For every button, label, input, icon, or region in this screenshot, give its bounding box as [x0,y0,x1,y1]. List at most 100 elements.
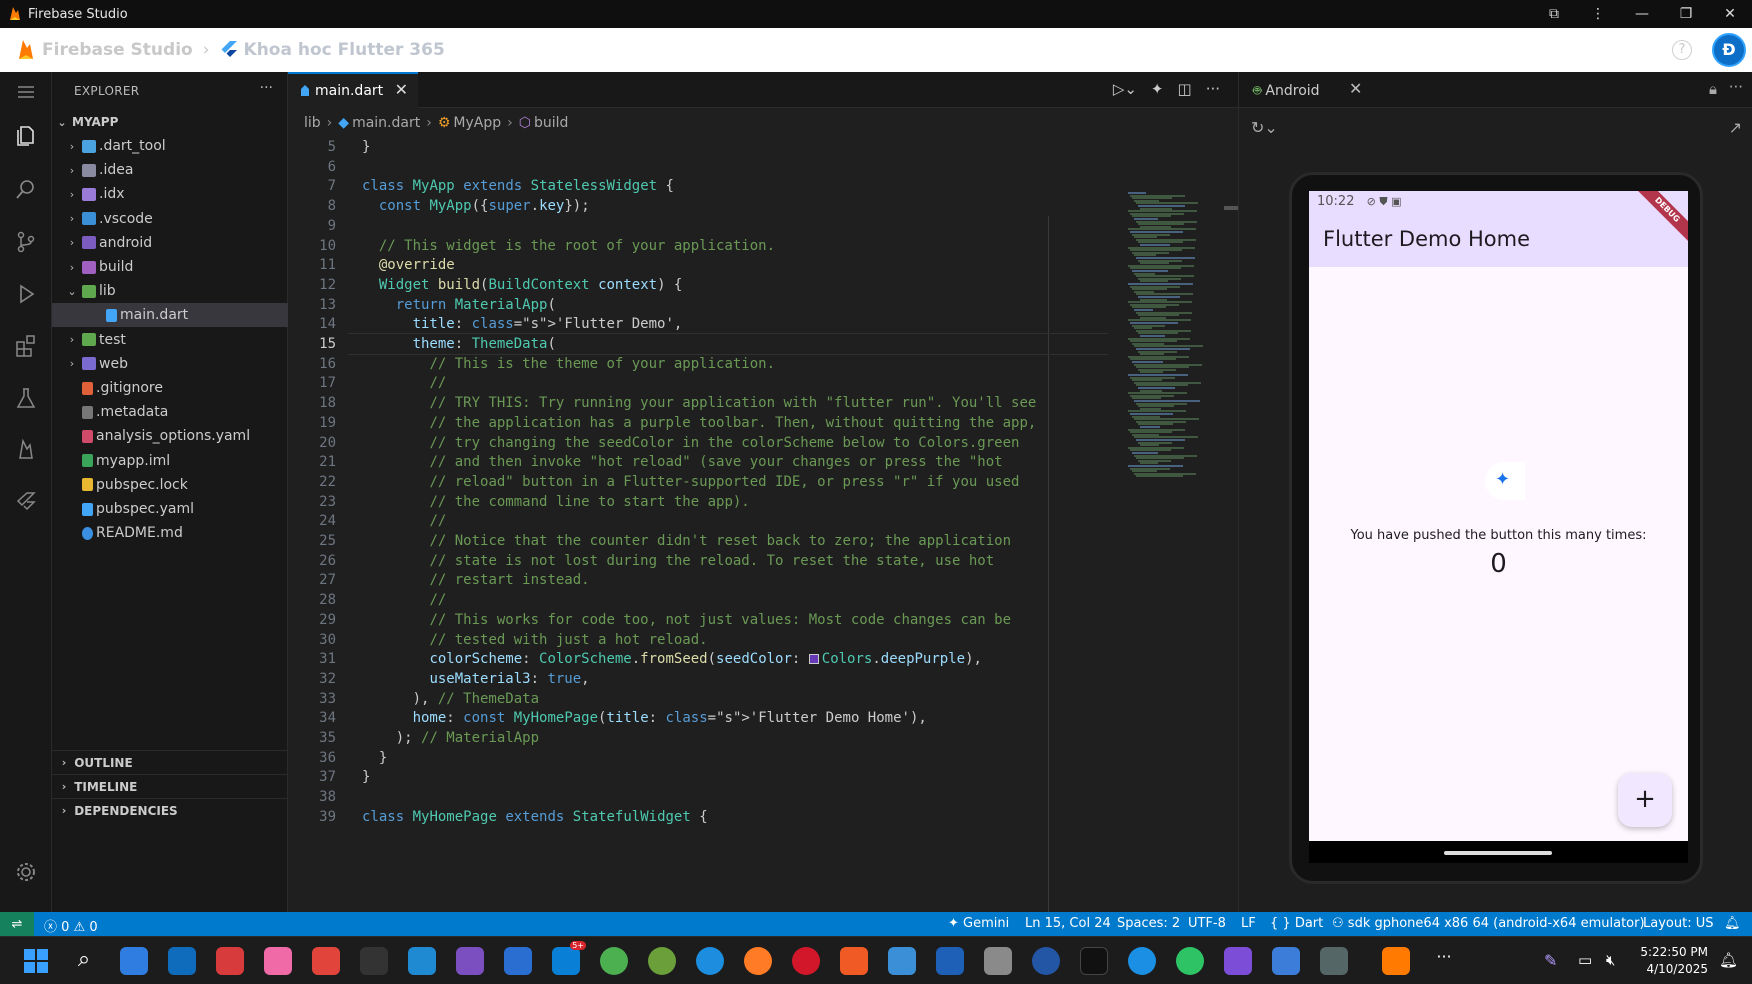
opera-icon[interactable] [792,947,820,975]
network-icon[interactable]: ▭ [1578,951,1592,969]
code-line[interactable]: 18 // TRY THIS: Try running your applica… [288,392,1108,414]
vscode-icon[interactable] [408,947,436,975]
close-tab-icon[interactable]: ✕ [395,80,408,99]
code-line[interactable]: 6 [288,156,1108,178]
phone-screen[interactable]: 10:22 ⊘ ⛊ ▣ Flutter Demo Home DEBUG You … [1309,191,1688,863]
explorer-icon[interactable] [12,122,40,150]
code-line[interactable]: 27 // restart instead. [288,569,1108,591]
app-tool-icon[interactable] [888,947,916,975]
code-line[interactable]: 11 @override [288,254,1108,276]
indentation[interactable]: Spaces: 2 [1117,916,1180,931]
maximize-button[interactable]: ❐ [1664,0,1708,28]
tree-item[interactable]: › android [52,231,288,255]
code-line[interactable]: 24 // [288,510,1108,532]
wps-icon[interactable] [312,947,340,975]
app-elephant-icon[interactable] [1320,947,1348,975]
zalo-z-icon[interactable] [1128,947,1156,975]
tree-item[interactable]: analysis_options.yaml [52,424,288,448]
cursor-position[interactable]: Ln 15, Col 24 [1025,916,1111,931]
code-line[interactable]: 12 Widget build(BuildContext context) { [288,274,1108,296]
tab-android[interactable]: 🤖︎ Android [1253,81,1320,101]
firefox-icon[interactable] [744,947,772,975]
close-android-tab-icon[interactable]: ✕ [1349,79,1362,98]
taskbar-clock[interactable]: 5:22:50 PM 4/10/2025 [1640,944,1708,978]
taskbar-overflow-icon[interactable]: ··· [1430,947,1458,975]
home-pill[interactable] [1444,851,1552,855]
tree-item[interactable]: › .dart_tool [52,134,288,158]
volume-muted-icon[interactable]: 🔇︎ [1606,951,1615,969]
capcut-icon[interactable] [360,947,388,975]
color-swatch[interactable] [808,654,819,665]
more-icon[interactable]: ⋮ [1576,0,1620,28]
code-line[interactable]: 38 [288,786,1108,808]
code-line[interactable]: 28 // [288,589,1108,611]
tree-item[interactable]: › .idea [52,158,288,182]
code-line[interactable]: 9 [288,215,1108,237]
app-pink-icon[interactable] [264,947,292,975]
code-line[interactable]: 14 title: class="s">'Flutter Demo', [288,313,1108,335]
dependencies-section[interactable]: › DEPENDENCIES [52,798,288,822]
code-line[interactable]: 13 return MaterialApp( [288,294,1108,316]
encoding[interactable]: UTF-8 [1188,916,1226,931]
code-line[interactable]: 23 // the command line to start the app)… [288,491,1108,513]
code-line[interactable]: 35 ); // MaterialApp [288,727,1108,749]
problems-indicator[interactable]: ⓧ 0 ⚠ 0 [44,916,98,935]
code-line[interactable]: 33 ), // ThemeData [288,688,1108,710]
vertical-scrollbar[interactable] [1224,206,1238,210]
visual-studio-icon[interactable] [456,947,484,975]
tab-main-dart[interactable]: main.dart ✕ [288,72,418,108]
code-line[interactable]: 39 class MyHomePage extends StatefulWidge… [288,806,1108,828]
run-debug-icon[interactable] [12,280,40,308]
taskbar-search-icon[interactable]: ⌕ [70,947,98,975]
copilot-icon[interactable] [120,947,148,975]
open-external-icon[interactable]: ↗ [1729,118,1742,137]
code-line[interactable]: 19 // the application has a purple toolb… [288,412,1108,434]
lock-icon[interactable]: 🔒︎ [1709,80,1717,98]
app-green-icon[interactable] [1176,947,1204,975]
code-line[interactable]: 10 // This widget is the root of your ap… [288,235,1108,257]
edge-icon[interactable] [696,947,724,975]
code-line[interactable]: 15 theme: ThemeData( [288,333,1108,355]
tree-item[interactable]: › web [52,352,288,376]
firebase-studio-taskbar-icon[interactable] [1382,947,1410,975]
refresh-icon[interactable]: ↻⌄ [1251,118,1278,137]
code-line[interactable]: 37} [288,766,1108,788]
code-line[interactable]: 20 // try changing the seedColor in the … [288,432,1108,454]
language-mode[interactable]: { } Dart [1270,916,1323,931]
brave-icon[interactable] [840,947,868,975]
code-line[interactable]: 30 // tested with just a hot reload. [288,629,1108,651]
more-actions-icon[interactable]: ··· [1206,80,1220,98]
breadcrumb-class[interactable]: MyApp [453,115,501,131]
app-red-icon[interactable] [216,947,244,975]
breadcrumb-lib[interactable]: lib [304,115,321,131]
code-area[interactable]: 5} 6 7 class MyApp extends StatelessWidget … [288,138,1238,912]
panel-more-icon[interactable]: ··· [1729,78,1743,96]
outlook-icon[interactable] [168,947,196,975]
source-control-icon[interactable] [12,228,40,256]
code-line[interactable]: 8 const MyApp({super.key}); [288,195,1108,217]
minimize-button[interactable]: — [1620,0,1664,28]
firebase-panel-icon[interactable] [12,436,40,464]
tree-item[interactable]: › test [52,328,288,352]
tree-root[interactable]: ⌄ MYAPP [52,110,288,134]
app-purple-icon[interactable] [1224,947,1252,975]
tree-item[interactable]: README.md [52,521,288,545]
notifications-bell-icon[interactable]: 🔔︎ [1724,916,1741,931]
app-mail-icon[interactable] [1272,947,1300,975]
tree-item[interactable]: pubspec.lock [52,473,288,497]
tiktok-icon[interactable] [1080,947,1108,975]
pen-icon[interactable]: ✎ [1544,951,1557,970]
tree-item[interactable]: main.dart [52,303,288,328]
help-icon[interactable]: ? [1672,40,1692,60]
device-selector[interactable]: ⚇ sdk gphone64 x86 64 (android-x64 emula… [1332,916,1645,931]
line-ending[interactable]: LF [1241,916,1256,931]
code-line[interactable]: 26 // state is not lost during the reloa… [288,550,1108,572]
flutter-panel-icon[interactable] [12,488,40,516]
timeline-section[interactable]: › TIMELINE [52,774,288,798]
run-menu-icon[interactable]: ▷⌄ [1113,80,1137,98]
code-line[interactable]: 32 useMaterial3: true, [288,668,1108,690]
code-line[interactable]: 25 // Notice that the counter didn't res… [288,530,1108,552]
tree-item[interactable]: myapp.iml [52,449,288,473]
minimap[interactable] [1124,138,1216,478]
code-line[interactable]: 7 class MyApp extends StatelessWidget { [288,175,1108,197]
